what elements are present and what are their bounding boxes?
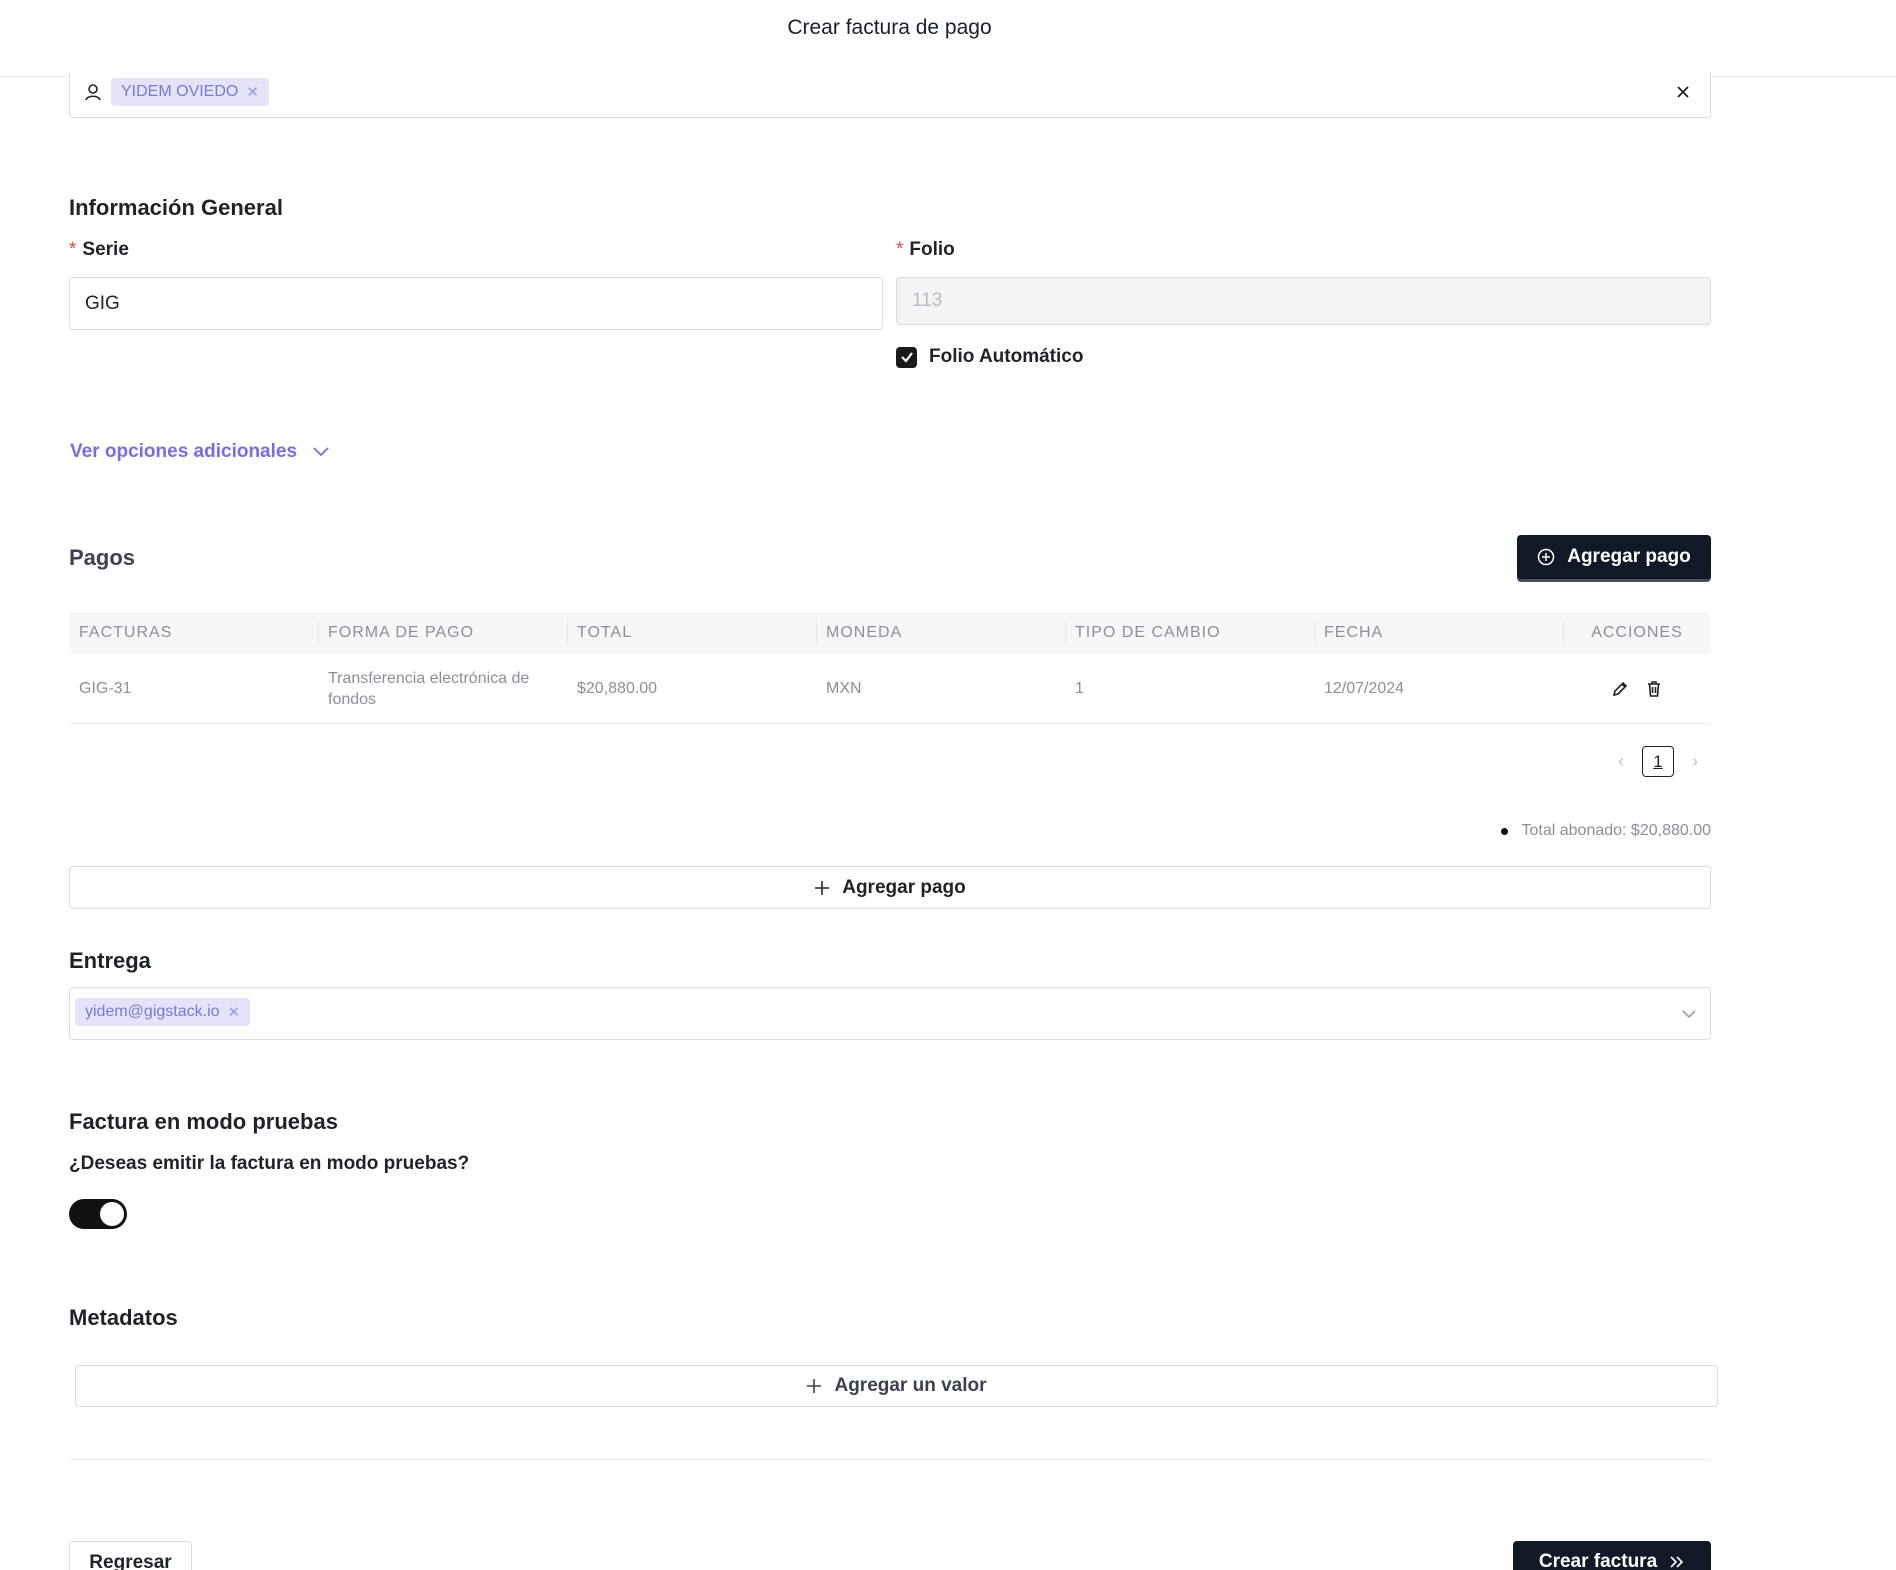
add-payment-label: Agregar pago (1567, 546, 1691, 567)
delivery-email-select[interactable]: yidem@gigstack.io ✕ (69, 987, 1711, 1040)
bullet-icon (1500, 827, 1508, 835)
cell-acciones (1563, 680, 1711, 698)
remove-client-icon[interactable]: ✕ (246, 83, 259, 101)
create-invoice-button[interactable]: Crear factura (1513, 1541, 1711, 1570)
divider (69, 1459, 1711, 1460)
chevron-down-icon[interactable] (1680, 1005, 1698, 1023)
remove-email-icon[interactable]: ✕ (228, 1003, 241, 1021)
serie-label: * Serie (69, 239, 129, 260)
add-payment-button[interactable]: Agregar pago (1517, 535, 1711, 579)
total-paid: Total abonado: $20,880.00 (1500, 822, 1712, 840)
table-header: FACTURAS FORMA DE PAGO TOTAL MONEDA TIPO… (69, 612, 1711, 654)
email-tag-label: yidem@gigstack.io (85, 1003, 220, 1020)
toggle-knob (100, 1202, 124, 1226)
plus-circle-icon (1537, 548, 1555, 566)
cell-factura: GIG-31 (79, 679, 132, 697)
cell-fecha: 12/07/2024 (1324, 679, 1405, 697)
table-row: GIG-31 Transferencia electrónica de fond… (69, 654, 1711, 724)
test-mode-toggle[interactable] (69, 1199, 127, 1229)
more-options-link[interactable]: Ver opciones adicionales (70, 441, 329, 463)
folio-input: 113 (896, 277, 1711, 325)
folio-label: * Folio (896, 239, 955, 260)
page-number[interactable]: 1 (1642, 746, 1674, 777)
trash-icon[interactable] (1645, 680, 1663, 698)
client-tag: YIDEM OVIEDO ✕ (111, 78, 269, 106)
back-button[interactable]: Regresar (69, 1541, 192, 1570)
plus-icon (815, 880, 830, 895)
chevron-down-icon (313, 447, 329, 457)
top-bar: Crear factura de pago (0, 0, 1896, 77)
clear-icon[interactable] (1672, 81, 1694, 103)
user-icon (85, 84, 101, 101)
test-mode-title: Factura en modo pruebas (69, 1109, 338, 1134)
col-facturas: FACTURAS (79, 624, 173, 641)
prev-page-icon[interactable]: ‹ (1610, 751, 1632, 772)
general-info-title: Información General (69, 195, 283, 220)
plus-icon (807, 1379, 822, 1393)
email-tag: yidem@gigstack.io ✕ (75, 998, 251, 1026)
payments-title: Pagos (69, 545, 136, 570)
cell-total: $20,880.00 (577, 679, 658, 697)
metadata-title: Metadatos (69, 1305, 178, 1330)
cell-moneda: MXN (826, 679, 862, 697)
test-mode-question: ¿Deseas emitir la factura en modo prueba… (69, 1153, 470, 1174)
col-fecha: FECHA (1314, 612, 1563, 654)
check-icon[interactable] (896, 346, 917, 368)
more-options-label: Ver opciones adicionales (70, 441, 298, 462)
col-acciones: ACCIONES (1563, 612, 1711, 654)
auto-folio-checkbox[interactable]: Folio Automático (896, 346, 1083, 368)
add-payment-outline-button[interactable]: Agregar pago (69, 866, 1711, 909)
total-paid-text: Total abonado: $20,880.00 (1521, 822, 1712, 839)
serie-label-text: Serie (82, 239, 129, 260)
folio-label-text: Folio (909, 239, 955, 260)
client-select[interactable]: YIDEM OVIEDO ✕ (69, 72, 1711, 118)
col-total: TOTAL (567, 612, 816, 654)
add-value-label: Agregar un valor (834, 1375, 987, 1396)
cell-tipo-cambio: 1 (1075, 679, 1084, 697)
back-label: Regresar (89, 1552, 172, 1570)
payments-table: FACTURAS FORMA DE PAGO TOTAL MONEDA TIPO… (69, 612, 1711, 724)
client-tag-label: YIDEM OVIEDO (121, 83, 239, 100)
add-payment-outline-label: Agregar pago (842, 876, 966, 898)
auto-folio-label: Folio Automático (929, 346, 1084, 367)
create-invoice-label: Crear factura (1538, 1551, 1658, 1570)
col-moneda: MONEDA (816, 612, 1065, 654)
delivery-title: Entrega (69, 948, 151, 973)
double-chevron-right-icon (1670, 1556, 1684, 1568)
next-page-icon[interactable]: › (1684, 751, 1706, 772)
page-title: Crear factura de pago (787, 16, 992, 39)
pagination: ‹ 1 › (1610, 746, 1706, 777)
cell-forma-pago: Transferencia electrónica de fondos (328, 669, 530, 708)
serie-input[interactable]: GIG (69, 277, 883, 330)
edit-icon[interactable] (1611, 680, 1629, 698)
col-tipo-cambio: TIPO DE CAMBIO (1065, 612, 1314, 654)
col-forma-pago: FORMA DE PAGO (318, 612, 567, 654)
add-value-button[interactable]: Agregar un valor (75, 1365, 1718, 1407)
